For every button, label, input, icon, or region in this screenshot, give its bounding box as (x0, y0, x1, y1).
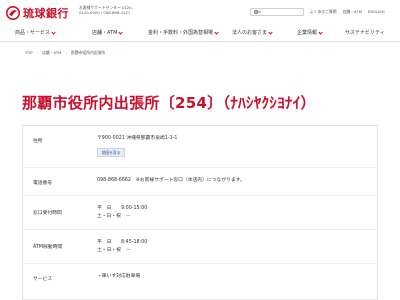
nav-label: 店舗・ATM (92, 30, 118, 36)
breadcrumb-top[interactable]: TOP (25, 50, 33, 56)
english-link[interactable]: ENGLISH (368, 9, 385, 15)
chevron-down-icon (214, 29, 219, 35)
page-title: 那覇市役所内出張所〔254〕（ﾅﾊｼﾔｸｼﾖﾅｲ） (22, 94, 316, 112)
search-input[interactable]: 検索 (250, 8, 304, 16)
atm-weekday: 平 日 8:45-18:00 (97, 240, 148, 245)
teller-hours-label: 窓口受付時間 (33, 211, 62, 216)
search-icon[interactable] (254, 10, 258, 14)
bank-name: 琉球銀行 (23, 7, 69, 20)
view-map-button[interactable]: 地図を見る (97, 148, 125, 157)
nav-company-info[interactable]: 企業情報 (297, 29, 323, 36)
chevron-down-icon (318, 29, 323, 35)
teller-weekday: 平 日 9:00-15:00 (97, 206, 148, 211)
nav-label: 金利・手数料・外国為替相場 (148, 30, 214, 36)
nav-rates-fees[interactable]: 金利・手数料・外国為替相場 (148, 29, 219, 36)
service-row: サービス ・車いす対応駐車場 (23, 264, 377, 294)
chevron-down-icon (268, 29, 273, 35)
atm-hours-value: 平 日 8:45-18:00 土・日・祝 － (97, 239, 147, 254)
nav-label: 法人のお客さま (232, 30, 268, 36)
nav-label: 企業情報 (297, 30, 318, 36)
nav-sustainability[interactable]: サステナビリティ (345, 29, 385, 36)
nav-store-atm[interactable]: 店舗・ATM (92, 29, 124, 36)
address-value: 〒900-0021 沖縄県那覇市泉崎1-1-1 (97, 136, 178, 141)
support-line-2: 0120-0000 / 098-866-4121 (79, 10, 131, 15)
nav-corporate-customers[interactable]: 法人のお客さま (232, 29, 273, 36)
breadcrumb-current: 那覇市役所内出張所 (70, 50, 106, 55)
chevron-down-icon (51, 29, 56, 35)
faq-link[interactable]: よくあるご質問 (310, 9, 337, 15)
address-label: 住所 (33, 139, 43, 144)
site-header: 琉球銀行 お客様サポートセンター 0120- 0120-0000 / 098-8… (0, 0, 400, 24)
phone-label: 電話番号 (33, 181, 53, 186)
header-links: よくあるご質問 店舗・ATM ENGLISH (310, 9, 385, 15)
logo-mark-icon (6, 6, 20, 20)
chevron-down-icon (118, 29, 124, 35)
teller-hours-row: 窓口受付時間 平 日 9:00-15:00 土・日・祝 － (23, 196, 377, 230)
breadcrumb-separator: › (36, 50, 39, 55)
breadcrumb-separator: › (65, 50, 67, 55)
atm-hours-row: ATM稼動時間 平 日 8:45-18:00 土・日・祝 － (23, 230, 377, 264)
nav-products-services[interactable]: 商品・サービス (15, 29, 56, 36)
breadcrumb: TOP › 店舗・ATM › 那覇市役所内出張所 (25, 50, 105, 56)
nav-label: サステナビリティ (345, 30, 385, 36)
bank-logo[interactable]: 琉球銀行 (6, 5, 69, 21)
phone-row: 電話番号 098-868-6662 ※お客様サポート窓口（本店内）につながります… (23, 168, 377, 196)
service-label: サービス (33, 277, 53, 282)
breadcrumb-store-atm[interactable]: 店舗・ATM (42, 50, 61, 56)
service-value: ・車いす対応駐車場 (97, 274, 141, 279)
nav-label: 商品・サービス (15, 30, 51, 36)
phone-value: 098-868-6662 ※お客様サポート窓口（本店内）につながります。 (97, 178, 245, 183)
address-row: 住所 〒900-0021 沖縄県那覇市泉崎1-1-1 地図を見る (23, 126, 377, 168)
atm-hours-label: ATM稼動時間 (33, 245, 63, 250)
support-info: お客様サポートセンター 0120- 0120-0000 / 098-866-41… (79, 5, 139, 15)
teller-hours-value: 平 日 9:00-15:00 土・日・祝 － (97, 205, 147, 220)
teller-weekend: 土・日・祝 － (97, 213, 131, 219)
global-nav: 商品・サービス 店舗・ATM 金利・手数料・外国為替相場 法人のお客さま 企業情… (0, 24, 400, 42)
atm-weekend: 土・日・祝 － (97, 247, 131, 253)
store-atm-link[interactable]: 店舗・ATM (343, 9, 362, 15)
branch-details-card: 住所 〒900-0021 沖縄県那覇市泉崎1-1-1 地図を見る 電話番号 09… (22, 125, 378, 300)
